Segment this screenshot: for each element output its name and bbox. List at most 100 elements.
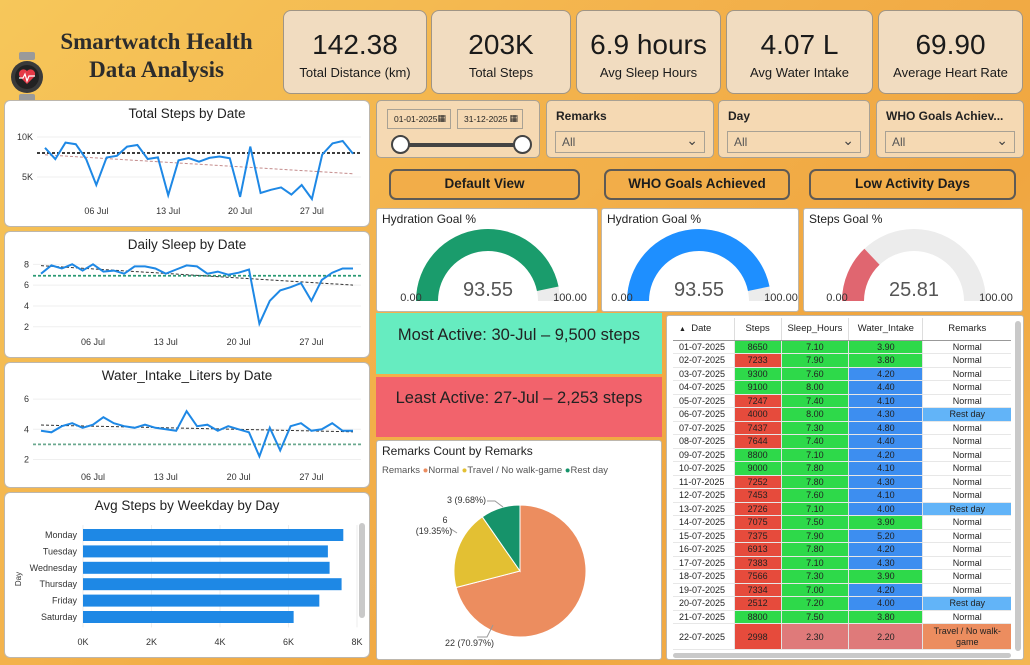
table-cell: 7.80 [780,461,849,476]
table-row[interactable]: 20-07-2025 2512 7.20 4.00 Rest day [673,596,1011,611]
table-vertical-scrollbar[interactable] [1015,321,1021,651]
table-cell: 07-07-2025 [673,421,735,435]
hydration-gauge-1: Hydration Goal % 93.55 0.00 100.00 [376,208,598,312]
table-cell: Travel / No walk-game [922,623,1011,650]
date-slider-start-handle[interactable] [391,135,410,154]
who-goals-dropdown[interactable]: All ⌄ [885,131,1015,153]
table-cell: 16-07-2025 [673,542,735,557]
y-tick-label: 5K [22,172,33,182]
table-cell: 05-07-2025 [673,394,735,408]
column-header-date[interactable]: ▲ Date [673,318,735,341]
table-row[interactable]: 14-07-2025 7075 7.50 3.90 Normal [673,515,1011,530]
table-row[interactable]: 07-07-2025 7437 7.30 4.80 Normal [673,421,1011,435]
x-tick-label: 20 Jul [227,472,251,482]
table-cell: 8800 [733,448,782,462]
date-start-input[interactable]: 01-01-2025 ▦ [387,109,451,129]
who-goals-slicer: WHO Goals Achiev... All ⌄ [876,100,1024,158]
table-cell: 8.00 [780,380,849,395]
y-tick-label: 10K [17,132,33,142]
category-label: Wednesday [30,563,78,573]
x-tick-label: 8K [351,637,362,647]
table-cell: 2726 [733,502,782,516]
table-cell: 3.90 [848,569,923,584]
table-cell: 7453 [733,488,782,503]
table-cell: 2.30 [780,623,849,650]
hydration-gauge-2: Hydration Goal % 93.55 0.00 100.00 [601,208,799,312]
table-row[interactable]: 02-07-2025 7233 7.90 3.80 Normal [673,353,1011,368]
table-row[interactable]: 12-07-2025 7453 7.60 4.10 Normal [673,488,1011,503]
table-cell: Normal [922,475,1011,489]
table-cell: Normal [922,353,1011,368]
table-cell: 3.90 [848,340,923,354]
table-row[interactable]: 06-07-2025 4000 8.00 4.30 Rest day [673,407,1011,422]
remarks-dropdown[interactable]: All ⌄ [555,131,705,153]
table-row[interactable]: 03-07-2025 9300 7.60 4.20 Normal [673,367,1011,381]
bar [83,529,344,541]
table-row[interactable]: 05-07-2025 7247 7.40 4.10 Normal [673,394,1011,408]
weekday-bar-plot: 0K 2K 4K 6K 8K Monday Tuesday Wednesday Thursday… [14,525,363,647]
kpi-total-distance: 142.38 Total Distance (km) [283,10,427,94]
remarks-pie-chart: Remarks Count by Remarks Remarks ●Normal… [376,440,662,660]
column-header-water[interactable]: Water_Intake [848,318,923,341]
date-slider-track[interactable] [399,143,523,147]
table-cell: 2.20 [848,623,923,650]
table-row[interactable]: 13-07-2025 2726 7.10 4.00 Rest day [673,502,1011,516]
series-line [40,409,353,460]
table-row[interactable]: 16-07-2025 6913 7.80 4.20 Normal [673,542,1011,557]
table-cell: 4.20 [848,367,923,381]
table-cell: 7.60 [780,488,849,503]
date-slider-end-handle[interactable] [513,135,532,154]
kpi-avg-sleep: 6.9 hours Avg Sleep Hours [576,10,721,94]
gauge-min-label: 0.00 [611,292,632,304]
day-slicer: Day All ⌄ [718,100,870,158]
chart-scrollbar[interactable] [359,523,365,618]
column-header-sleep[interactable]: Sleep_Hours [780,318,849,341]
table-cell: 7.30 [780,569,849,584]
table-row[interactable]: 22-07-2025 2998 2.30 2.20 Travel / No walk-g… [673,623,1011,650]
column-header-steps[interactable]: Steps [733,318,782,341]
table-row[interactable]: 19-07-2025 7334 7.00 4.20 Normal [673,583,1011,597]
bar [83,578,342,591]
who-goals-button[interactable]: WHO Goals Achieved [604,169,790,200]
table-cell: Normal [922,529,1011,543]
table-cell: 4.10 [848,461,923,476]
table-cell: 7.10 [780,448,849,462]
table-cell: Normal [922,610,1011,624]
table-row[interactable]: 09-07-2025 8800 7.10 4.20 Normal [673,448,1011,462]
table-row[interactable]: 01-07-2025 8650 7.10 3.90 Normal [673,340,1011,354]
table-cell: Normal [922,461,1011,476]
table-cell: 7.50 [780,610,849,624]
steps-line-plot: 10K 5K 06 Jul 13 Jul 20 Jul 27 Jul [17,132,361,216]
day-dropdown[interactable]: All ⌄ [727,131,861,153]
table-row[interactable]: 17-07-2025 7383 7.10 4.30 Normal [673,556,1011,570]
column-header-remarks[interactable]: Remarks [922,318,1011,341]
table-row[interactable]: 21-07-2025 8800 7.50 3.80 Normal [673,610,1011,624]
table-cell: 7.00 [780,583,849,597]
table-cell: 08-07-2025 [673,434,735,449]
table-cell: Normal [922,515,1011,530]
default-view-button[interactable]: Default View [389,169,580,200]
table-cell: 7233 [733,353,782,368]
x-tick-label: 2K [146,637,157,647]
table-row[interactable]: 18-07-2025 7566 7.30 3.90 Normal [673,569,1011,584]
steps-goal-gauge: Steps Goal % 25.81 0.00 100.00 [803,208,1023,312]
table-horizontal-scrollbar[interactable] [673,653,1011,658]
table-row[interactable]: 11-07-2025 7252 7.80 4.30 Normal [673,475,1011,489]
y-tick-label: 8 [24,259,29,269]
x-tick-label: 0K [77,637,88,647]
table-cell: 8.00 [780,407,849,422]
table-row[interactable]: 04-07-2025 9100 8.00 4.40 Normal [673,380,1011,395]
table-row[interactable]: 08-07-2025 7644 7.40 4.40 Normal [673,434,1011,449]
remarks-slicer: Remarks All ⌄ [546,100,714,158]
low-activity-button[interactable]: Low Activity Days [809,169,1016,200]
table-cell: Rest day [922,502,1011,516]
table-row[interactable]: 10-07-2025 9000 7.80 4.10 Normal [673,461,1011,476]
table-cell: 3.80 [848,353,923,368]
table-cell: Normal [922,569,1011,584]
water-line-plot: 6 4 2 06 Jul 13 Jul 20 Jul 27 Jul [24,394,361,482]
table-row[interactable]: 15-07-2025 7375 7.90 5.20 Normal [673,529,1011,543]
y-tick-label: 4 [24,301,29,311]
slice-label: 6 [442,515,447,525]
gauge-arc: 93.55 0.00 100.00 [611,228,798,304]
date-end-input[interactable]: 31-12-2025 ▦ [457,109,523,129]
